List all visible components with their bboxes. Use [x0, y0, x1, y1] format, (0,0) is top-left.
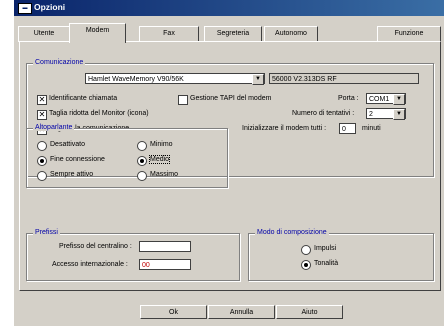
init-unit: minuti — [362, 125, 381, 132]
medio-radio[interactable] — [137, 156, 147, 166]
composizione-group: Modo di composizione Impulsi Tonalità — [248, 229, 434, 281]
altoparlante-group: Altoparlante Desattivato Fine connession… — [26, 124, 228, 188]
taglia-checkbox[interactable]: ✕ — [37, 110, 47, 120]
sempre-radio[interactable] — [37, 171, 47, 181]
disattivato-radio[interactable] — [37, 141, 47, 151]
identificante-checkbox[interactable]: ✕ — [37, 95, 47, 105]
ok-button[interactable]: Ok — [140, 305, 207, 319]
identificante-label: Identificante chiamata — [49, 95, 118, 102]
tab-segreteria[interactable]: Segreteria — [204, 26, 262, 42]
taglia-label: Taglia ridotta del Monitor (icona) — [49, 110, 149, 117]
centralino-input[interactable] — [139, 241, 191, 252]
massimo-radio[interactable] — [137, 171, 147, 181]
comunicazione-legend: Comunicazione — [33, 59, 86, 66]
tonalita-label: Tonalità — [314, 260, 339, 267]
tab-funzione[interactable]: Funzione — [377, 26, 441, 42]
altoparlante-legend: Altoparlante — [33, 124, 75, 131]
disattivato-label: Desattivato — [50, 141, 86, 148]
tentativi-value: 2 — [369, 111, 373, 118]
tentativi-label: Numero di tentativi : — [292, 110, 355, 117]
porta-value: COM1 — [369, 96, 390, 103]
annulla-button[interactable]: Annulla — [208, 305, 275, 319]
tonalita-radio[interactable] — [301, 260, 311, 270]
modem-info: 56000 V2.313DS RF — [269, 73, 419, 84]
internazionale-input[interactable]: 00 — [139, 259, 191, 270]
tapi-checkbox[interactable] — [178, 95, 188, 105]
sempre-label: Sempre attivo — [50, 171, 94, 178]
minimo-radio[interactable] — [137, 141, 147, 151]
options-window: ▬ Opzioni Utente Modem Fax Segreteria Au… — [14, 0, 444, 326]
fine-label: Fine connessione — [50, 156, 105, 163]
modem-panel: Comunicazione Hamlet WaveMemory V90/56K … — [19, 41, 441, 291]
tab-utente[interactable]: Utente — [18, 26, 70, 42]
aiuto-button[interactable]: Aiuto — [276, 305, 343, 319]
chevron-down-icon[interactable]: ▼ — [252, 74, 264, 85]
modem-select[interactable]: Hamlet WaveMemory V90/56K ▼ — [85, 73, 265, 85]
impulsi-radio[interactable] — [301, 245, 311, 255]
init-label: Inizializzare il modem tutti : — [242, 125, 327, 132]
chevron-down-icon[interactable]: ▼ — [393, 94, 405, 105]
composizione-legend: Modo di composizione — [255, 229, 329, 236]
title-bar[interactable]: ▬ Opzioni — [14, 0, 444, 16]
modem-select-value: Hamlet WaveMemory V90/56K — [88, 76, 184, 83]
tab-modem[interactable]: Modem — [69, 23, 126, 43]
fine-radio[interactable] — [37, 156, 47, 166]
impulsi-label: Impulsi — [314, 245, 337, 252]
tentativi-select[interactable]: 2 ▼ — [366, 108, 406, 120]
massimo-label: Massimo — [150, 171, 179, 178]
prefissi-group: Prefissi Prefisso del centralino : Acces… — [26, 229, 240, 281]
tapi-label: Gestione TAPI del modem — [190, 95, 272, 102]
tab-autonomo[interactable]: Autonomo — [264, 26, 318, 42]
window-title: Opzioni — [34, 2, 66, 12]
prefissi-legend: Prefissi — [33, 229, 60, 236]
porta-select[interactable]: COM1 ▼ — [366, 93, 406, 105]
internazionale-label: Accesso internazionale : — [52, 261, 128, 268]
tab-fax[interactable]: Fax — [139, 26, 199, 42]
centralino-label: Prefisso del centralino : — [59, 243, 132, 250]
app-icon: ▬ — [18, 3, 32, 14]
init-input[interactable]: 0 — [339, 123, 356, 134]
medio-label: Medio — [148, 155, 171, 164]
porta-label: Porta : — [338, 95, 359, 102]
chevron-down-icon[interactable]: ▼ — [393, 109, 405, 120]
minimo-label: Minimo — [150, 141, 173, 148]
